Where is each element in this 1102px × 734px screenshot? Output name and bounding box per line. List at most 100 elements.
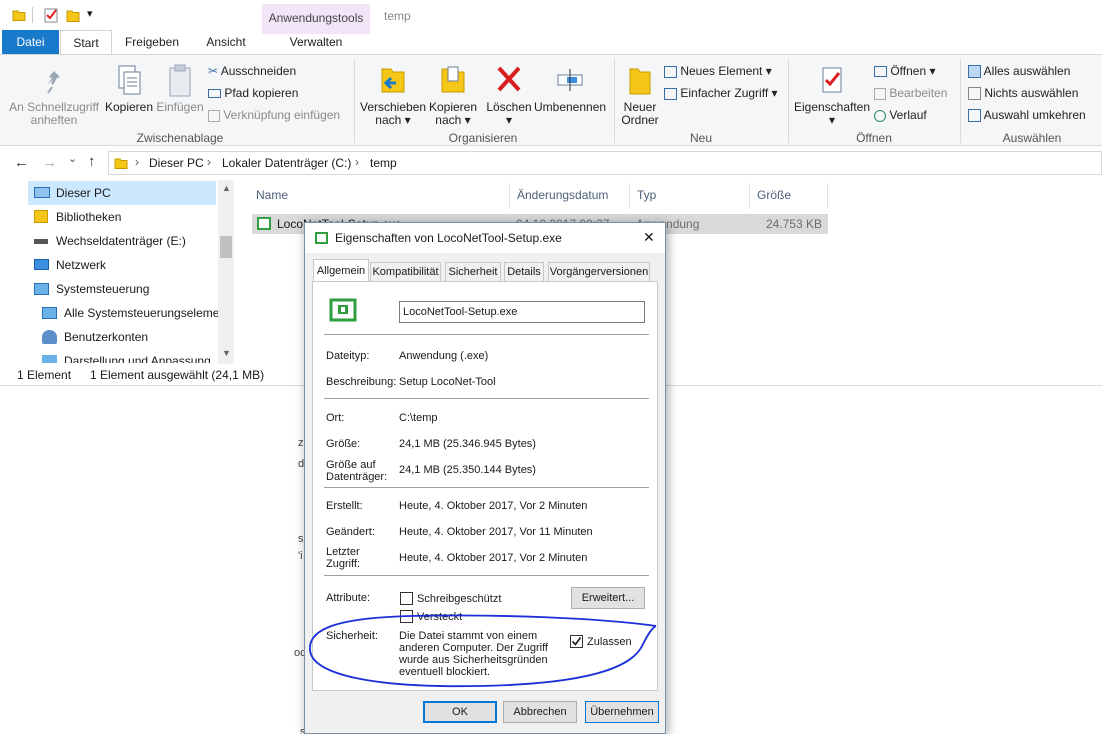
application-icon — [257, 217, 271, 230]
select-none-icon — [968, 87, 981, 101]
edit-button[interactable]: Bearbeiten — [874, 83, 947, 103]
rename-icon — [534, 63, 606, 101]
nav-item-appearance[interactable]: Darstellung und Anpassung — [36, 349, 218, 363]
copy-path-button[interactable]: Pfad kopieren — [208, 83, 298, 103]
properties-check-icon — [792, 63, 872, 101]
tab-general[interactable]: Allgemein — [313, 259, 369, 283]
easy-access-button[interactable]: Einfacher Zugriff ▾ — [664, 83, 778, 103]
description-value: Setup LocoNet-Tool — [399, 376, 496, 388]
column-header-size[interactable]: Größe — [752, 183, 828, 209]
tab-view[interactable]: Ansicht — [194, 30, 258, 54]
scroll-up-icon[interactable]: ▲ — [222, 183, 231, 193]
nav-item-control-panel[interactable]: Systemsteuerung — [28, 277, 216, 301]
application-icon — [315, 232, 328, 244]
tab-compatibility[interactable]: Kompatibilität — [370, 262, 441, 282]
column-header-date[interactable]: Änderungsdatum — [512, 183, 630, 209]
back-arrow-icon[interactable]: ← — [14, 154, 29, 171]
nav-item-this-pc[interactable]: Dieser PC — [28, 181, 216, 205]
cancel-button[interactable]: Abbrechen — [503, 701, 577, 723]
easy-access-icon — [664, 87, 677, 100]
column-header-type[interactable]: Typ — [632, 183, 750, 209]
move-to-button[interactable]: Verschieben nach ▾ — [360, 63, 426, 127]
tab-previous-versions[interactable]: Vorgängerversionen — [548, 262, 650, 282]
delete-x-icon — [484, 63, 534, 101]
nav-item-libraries[interactable]: Bibliotheken — [28, 205, 216, 229]
open-button[interactable]: Öffnen ▾ — [874, 61, 936, 81]
cut-button[interactable]: ✂ Ausschneiden — [208, 61, 296, 81]
invert-selection-button[interactable]: Auswahl umkehren — [968, 105, 1086, 125]
copy-to-button[interactable]: Kopieren nach ▾ — [426, 63, 480, 127]
tab-home[interactable]: Start — [60, 30, 112, 54]
breadcrumb-sep: › — [207, 155, 211, 169]
nav-item-all-control-panel[interactable]: Alle Systemsteuerungselemente — [36, 301, 218, 325]
background-text: z — [298, 437, 304, 449]
ok-button[interactable]: OK — [423, 701, 497, 723]
forward-arrow-icon[interactable]: → — [42, 154, 57, 171]
dialog-title-bar: Eigenschaften von LocoNetTool-Setup.exe … — [305, 223, 665, 253]
advanced-button[interactable]: Erweitert... — [571, 587, 645, 609]
ribbon: An Schnellzugriff anheften Kopieren Einf… — [0, 54, 1102, 146]
pin-quick-access-button[interactable]: An Schnellzugriff anheften — [8, 69, 100, 127]
new-folder-icon[interactable] — [66, 7, 80, 26]
highlight-ellipse-annotation — [309, 614, 657, 688]
breadcrumb-sep: › — [135, 155, 139, 169]
breadcrumb-this-pc[interactable]: Dieser PC — [149, 156, 204, 170]
new-folder-button[interactable]: Neuer Ordner — [616, 63, 664, 127]
select-all-button[interactable]: Alles auswählen — [968, 61, 1070, 81]
rename-button[interactable]: Umbenennen — [534, 63, 606, 114]
tab-details[interactable]: Details — [504, 262, 544, 282]
history-button[interactable]: Verlauf — [874, 105, 927, 125]
nav-item-user-accounts[interactable]: Benutzerkonten — [36, 325, 218, 349]
select-none-button[interactable]: Nichts auswählen — [968, 83, 1078, 103]
disk-size-value: 24,1 MB (25.350.144 Bytes) — [399, 464, 536, 476]
paste-shortcut-button[interactable]: Verknüpfung einfügen — [208, 105, 340, 125]
shortcut-icon — [208, 109, 220, 122]
filetype-label: Dateityp: — [326, 350, 370, 362]
column-header-name[interactable]: Name — [252, 183, 510, 209]
users-icon — [42, 330, 57, 344]
nav-item-network[interactable]: Netzwerk — [28, 253, 216, 277]
libraries-icon — [34, 210, 48, 223]
dialog-title: Eigenschaften von LocoNetTool-Setup.exe — [335, 231, 562, 245]
group-label-organize: Organisieren — [448, 131, 518, 145]
status-item-count: 1 Element — [17, 368, 72, 382]
move-folder-icon — [360, 63, 426, 101]
new-item-button[interactable]: Neues Element ▾ — [664, 61, 772, 81]
nav-item-removable-drive[interactable]: Wechseldatenträger (E:) — [28, 229, 216, 253]
properties-icon[interactable] — [44, 7, 58, 26]
nav-scrollbar[interactable] — [218, 180, 234, 364]
size-label: Größe: — [326, 438, 361, 450]
address-bar[interactable]: › Dieser PC › Lokaler Datenträger (C:) ›… — [108, 151, 1102, 175]
delete-button[interactable]: Löschen ▾ — [484, 63, 534, 127]
invert-selection-icon — [968, 109, 981, 123]
close-icon[interactable]: ✕ — [643, 229, 655, 246]
window-title: temp — [384, 9, 411, 23]
nav-scrollbar-thumb[interactable] — [220, 236, 232, 258]
up-arrow-icon[interactable]: ↑ — [88, 153, 96, 170]
recent-locations-icon[interactable]: ⌄ — [68, 152, 77, 165]
history-icon — [874, 109, 886, 122]
modified-value: Heute, 4. Oktober 2017, Vor 11 Minuten — [399, 526, 593, 538]
tab-share[interactable]: Freigeben — [114, 30, 190, 54]
context-group-label: Anwendungstools — [262, 4, 370, 34]
edit-icon — [874, 87, 886, 100]
readonly-checkbox[interactable] — [400, 592, 413, 605]
qat-dropdown[interactable]: ▾ — [87, 7, 93, 20]
breadcrumb-local-disk[interactable]: Lokaler Datenträger (C:) — [222, 156, 351, 170]
location-label: Ort: — [326, 412, 345, 424]
filename-input[interactable]: LocoNetTool-Setup.exe — [399, 301, 645, 323]
breadcrumb-temp[interactable]: temp — [370, 156, 397, 170]
new-item-icon — [664, 65, 677, 78]
scroll-down-icon[interactable]: ▼ — [222, 348, 231, 358]
tab-security[interactable]: Sicherheit — [445, 262, 501, 282]
apply-button[interactable]: Übernehmen — [585, 701, 659, 723]
paste-button[interactable]: Einfügen — [154, 63, 206, 114]
copy-button[interactable]: Kopieren — [102, 63, 156, 114]
modified-label: Geändert: — [326, 526, 375, 538]
readonly-label: Schreibgeschützt — [417, 593, 502, 605]
properties-button[interactable]: Eigenschaften ▾ — [792, 63, 872, 127]
ribbon-tabs: Datei Start Freigeben Ansicht Verwalten — [0, 30, 1102, 54]
select-all-icon — [968, 65, 981, 79]
accessed-label: Letzter Zugriff: — [326, 546, 361, 570]
tab-file[interactable]: Datei — [2, 30, 59, 54]
